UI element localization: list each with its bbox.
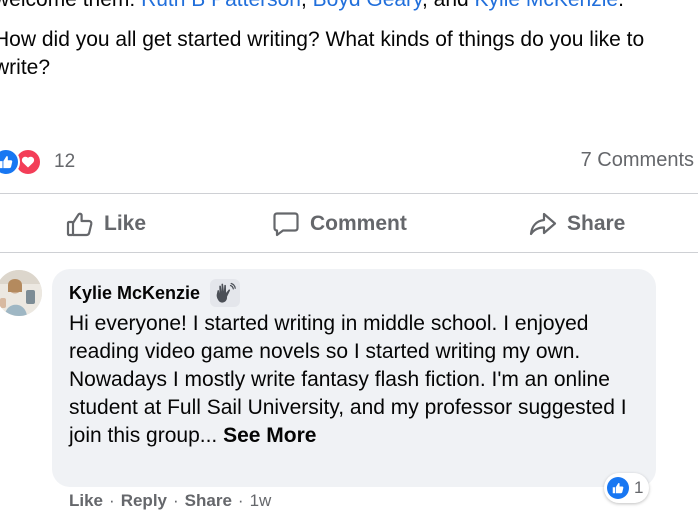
separator-dot: · (173, 491, 179, 510)
share-button[interactable]: Share (529, 198, 625, 250)
comment-bubble: Kylie McKenzie Hi everyone! I started wr… (52, 269, 656, 487)
separator-dot: · (237, 491, 244, 510)
comment-actions: Like · Reply · Share · 1w (69, 489, 271, 513)
post-text: welcome them: Ruth B Patterson, Boyd Gea… (0, 0, 694, 94)
tagged-user-kylie[interactable]: Kylie McKenzie (475, 0, 619, 11)
post-paragraph-2: How did you all get started writing? Wha… (0, 28, 645, 79)
comment-reply-link[interactable]: Reply (121, 491, 167, 511)
avatar[interactable] (0, 270, 42, 316)
comment-share-link[interactable]: Share (185, 491, 232, 511)
comment-reaction-badge[interactable]: 1 (604, 473, 650, 503)
like-button[interactable]: Like (66, 198, 146, 250)
post-action-bar: Like Comment Share (0, 198, 698, 250)
tagged-user-ruth[interactable]: Ruth B Patterson (141, 0, 301, 11)
comment-author-row: Kylie McKenzie (69, 279, 241, 307)
comment-text: Hi everyone! I started writing in middle… (69, 310, 629, 450)
post-text-segment: . (618, 0, 624, 11)
comment-text-content: Hi everyone! I started writing in middle… (69, 312, 627, 447)
speech-bubble-icon (273, 212, 299, 237)
like-button-label: Like (104, 212, 147, 235)
comment-button-label: Comment (310, 212, 407, 235)
post-paragraph-1: welcome them: Ruth B Patterson, Boyd Gea… (0, 0, 694, 14)
comment-reaction-count: 1 (634, 478, 644, 497)
reaction-summary[interactable]: 12 (0, 148, 75, 176)
post-text-segment: , and (422, 0, 475, 11)
waving-hand-icon[interactable] (210, 279, 241, 307)
post-text-segment: , (301, 0, 313, 11)
reaction-count: 12 (54, 151, 76, 172)
divider (0, 193, 698, 194)
comment-like-link[interactable]: Like (69, 491, 103, 511)
share-arrow-icon (529, 212, 557, 236)
thumbs-up-icon (607, 477, 629, 499)
separator-dot: · (109, 491, 115, 510)
share-button-label: Share (567, 212, 626, 235)
divider (0, 252, 698, 253)
comments-count-link[interactable]: 7 Comments (581, 149, 694, 172)
tagged-user-boyd[interactable]: Boyd Geary (313, 0, 422, 11)
comment-button[interactable]: Comment (272, 198, 407, 250)
thumbs-up-outline-icon (66, 212, 93, 237)
post-text-segment: welcome them: (0, 0, 141, 11)
comment-timestamp[interactable]: 1w (250, 491, 272, 511)
see-more-link[interactable]: See More (223, 424, 316, 447)
comment-author-name[interactable]: Kylie McKenzie (69, 283, 200, 304)
